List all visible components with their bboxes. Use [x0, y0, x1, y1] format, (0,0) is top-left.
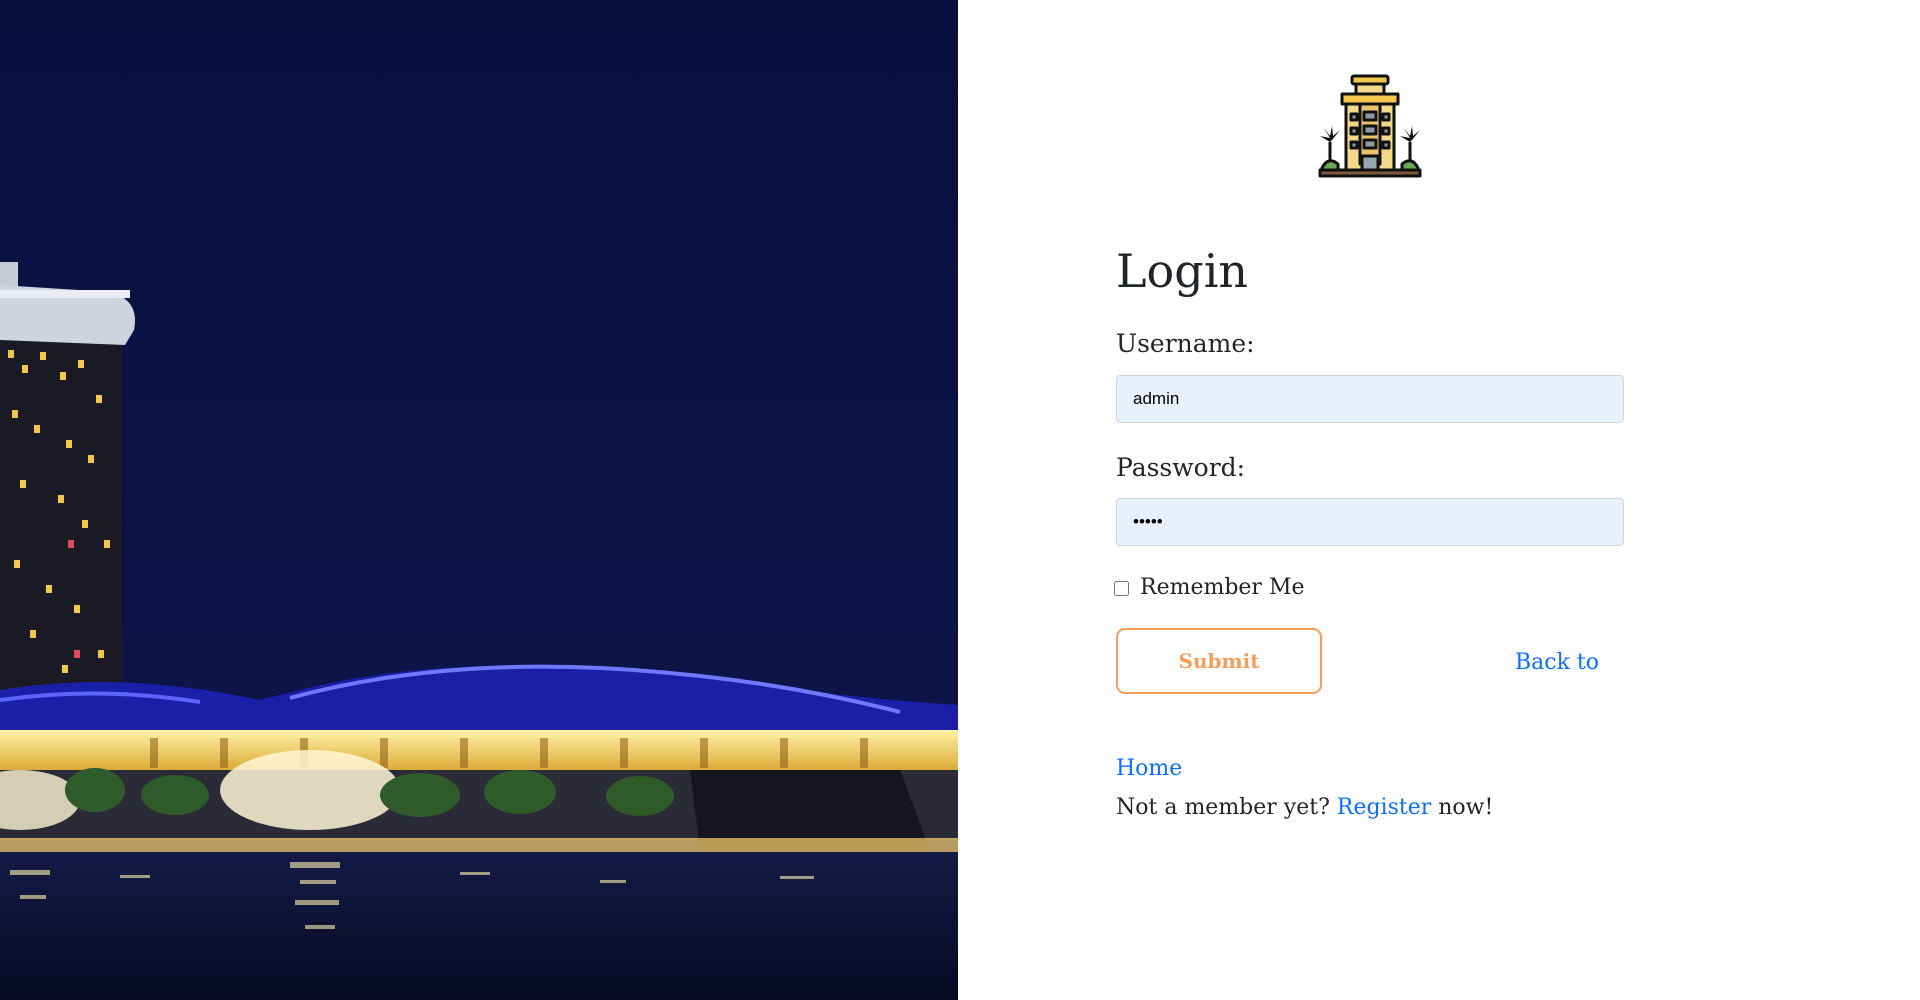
- username-input[interactable]: [1116, 375, 1624, 423]
- register-prefix: Not a member yet?: [1116, 795, 1330, 820]
- submit-button[interactable]: Submit: [1116, 628, 1322, 694]
- home-link[interactable]: Home: [1116, 754, 1182, 784]
- remember-me-row: Remember Me: [1114, 573, 1304, 603]
- hotel-building-icon: [1318, 72, 1422, 180]
- username-label: Username:: [1116, 329, 1255, 358]
- password-label: Password:: [1116, 453, 1246, 482]
- hero-image: [0, 0, 958, 1000]
- register-link[interactable]: Register: [1337, 795, 1431, 820]
- password-input[interactable]: [1116, 498, 1624, 546]
- register-suffix: now!: [1438, 795, 1494, 820]
- remember-me-label[interactable]: Remember Me: [1140, 573, 1304, 603]
- remember-me-checkbox[interactable]: [1114, 580, 1129, 596]
- page-title: Login: [1116, 244, 1249, 298]
- skyline-illustration: [0, 0, 958, 1000]
- back-to-link[interactable]: Back to: [1515, 648, 1599, 678]
- register-prompt: Not a member yet? Register now!: [1116, 793, 1493, 823]
